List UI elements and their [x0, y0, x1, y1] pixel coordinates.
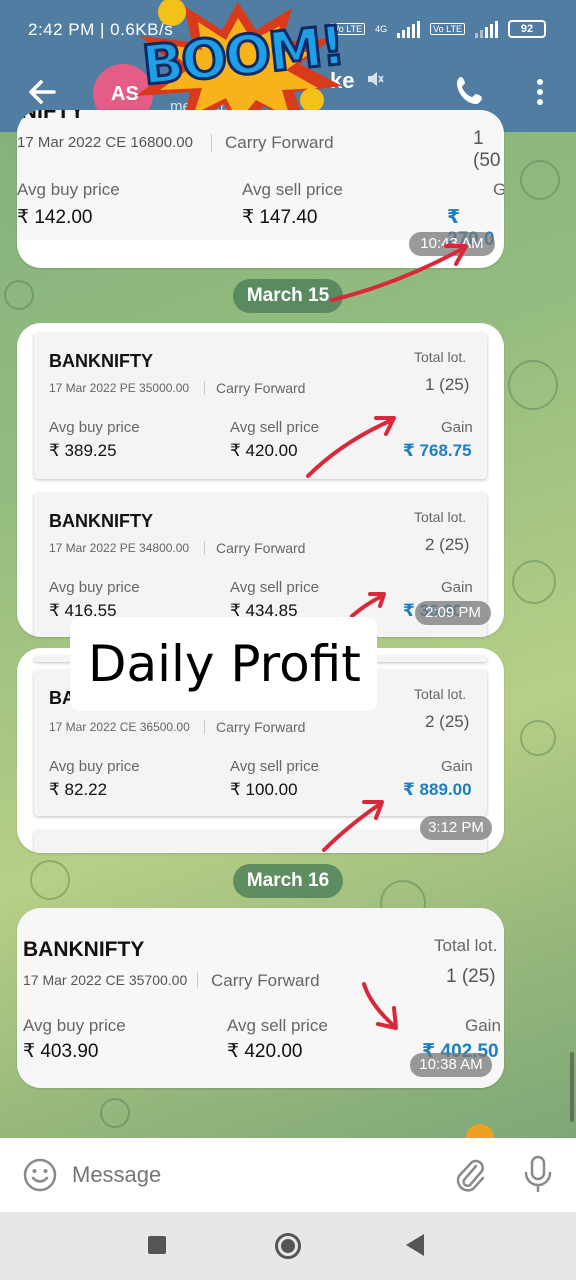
total-lot-value: 1 (25) [446, 966, 496, 987]
total-lot-label: Total lot. [414, 349, 467, 365]
emoji-icon[interactable] [22, 1157, 58, 1193]
arrow-annotation-icon [306, 416, 396, 478]
gain-label: Gain [441, 419, 473, 436]
wallpaper-doodle [520, 160, 560, 200]
wallpaper-doodle [4, 280, 34, 310]
gain-value: ₹ 768.75 [403, 441, 472, 460]
avg-sell-value: ₹ 147.40 [242, 207, 318, 228]
trade-card [34, 830, 487, 853]
order-type: Carry Forward [216, 380, 306, 396]
divider [204, 720, 205, 734]
trade-contract: 17 Mar 2022 PE 35000.00 [49, 381, 190, 395]
trade-card: BANKNIFTY Total lot. 17 Mar 2022 PE 3500… [34, 333, 487, 479]
avg-buy-value: ₹ 142.00 [17, 207, 93, 228]
avg-buy-label: Avg buy price [23, 1016, 126, 1035]
trade-contract: 17 Mar 2022 PE 34800.00 [49, 541, 190, 555]
avg-sell-label: Avg sell price [230, 579, 319, 596]
order-type: Carry Forward [211, 971, 320, 990]
trade-symbol: BANKNIFTY [23, 938, 145, 961]
trade-symbol: NIFTY [21, 110, 85, 123]
battery-icon: 92 [508, 20, 546, 38]
total-lot-label: Total lot. [434, 936, 498, 955]
trade-contract: 17 Mar 2022 CE 35700.00 [23, 972, 188, 988]
trade-symbol: BANKNIFTY [49, 511, 153, 531]
avg-sell-label: Avg sell price [230, 758, 319, 775]
divider [211, 134, 212, 152]
gain-label: Gain [493, 180, 504, 199]
gain-value: ₹ 889.00 [403, 780, 472, 799]
avg-sell-label: Avg sell price [227, 1016, 328, 1035]
wallpaper-doodle [512, 560, 556, 604]
order-type: Carry Forward [225, 133, 334, 152]
message-time: 2:09 PM [415, 601, 491, 625]
avg-buy-label: Avg buy price [49, 419, 140, 436]
back-arrow-icon[interactable] [24, 74, 60, 110]
divider [204, 381, 205, 395]
home-button[interactable] [275, 1233, 301, 1259]
gain-label: Gain [441, 579, 473, 596]
wallpaper-doodle [100, 1098, 130, 1128]
scrollbar[interactable] [570, 1052, 574, 1122]
trade-contract: 17 Mar 2022 CE 16800.00 [17, 134, 193, 151]
divider [197, 972, 198, 988]
order-type: Carry Forward [216, 719, 306, 735]
avg-sell-value: ₹ 420.00 [227, 1041, 303, 1062]
wallpaper-doodle [508, 360, 558, 410]
system-back-button[interactable] [406, 1234, 424, 1256]
message-time: 10:38 AM [410, 1053, 492, 1077]
avg-buy-value: ₹ 389.25 [49, 441, 117, 460]
divider [204, 541, 205, 555]
signal-icon-2 [475, 20, 498, 38]
message-bubble[interactable]: BANKNIFTY Total lot. 17 Mar 2022 CE 3570… [17, 908, 504, 1088]
daily-profit-label: Daily Profit [70, 617, 377, 711]
gain-label: Gain [441, 758, 473, 775]
total-lot-value: 1 (25) [425, 375, 470, 394]
microphone-icon[interactable] [520, 1154, 556, 1194]
avg-buy-label: Avg buy price [17, 180, 120, 199]
trade-contract: 17 Mar 2022 CE 36500.00 [49, 720, 190, 734]
avg-sell-label: Avg sell price [242, 180, 343, 199]
status-icons: Vo LTE 4G Vo LTE 92 [330, 20, 546, 38]
more-vert-icon[interactable] [530, 74, 550, 110]
mute-icon [368, 72, 384, 86]
arrow-annotation-icon [322, 800, 384, 852]
message-composer [0, 1138, 576, 1212]
message-input[interactable] [72, 1160, 432, 1190]
recents-button[interactable] [148, 1236, 166, 1254]
system-navbar [0, 1212, 576, 1280]
trade-card: NIFTY 17 Mar 2022 CE 16800.00 Carry Forw… [17, 110, 504, 250]
avg-buy-label: Avg buy price [49, 579, 140, 596]
total-lot-label: Total lot. [414, 509, 467, 525]
message-bubble[interactable]: BANKNIFTY Total lot. 17 Mar 2022 PE 3500… [17, 323, 504, 637]
arrow-annotation-icon [350, 592, 386, 618]
arrow-annotation-icon [330, 244, 468, 302]
total-lot-label: Total lot. [414, 686, 467, 702]
message-time: 3:12 PM [420, 816, 492, 840]
wallpaper-doodle [520, 720, 556, 756]
arrow-annotation-icon [362, 982, 398, 1030]
avg-sell-value: ₹ 100.00 [230, 780, 298, 799]
network-type: 4G [375, 24, 388, 34]
signal-icon [397, 20, 421, 38]
date-separator: March 16 [233, 864, 343, 898]
phone-icon[interactable] [454, 74, 488, 108]
volte-badge-2: Vo LTE [430, 23, 465, 35]
avg-buy-value: ₹ 403.90 [23, 1041, 99, 1062]
wallpaper-doodle [30, 860, 70, 900]
attach-icon[interactable] [452, 1156, 488, 1194]
gain-label: Gain [465, 1016, 501, 1035]
order-type: Carry Forward [216, 540, 306, 556]
avg-sell-value: ₹ 420.00 [230, 441, 298, 460]
avg-buy-value: ₹ 82.22 [49, 780, 108, 799]
total-lot-value: 2 (25) [425, 712, 470, 731]
trade-symbol: BANKNIFTY [49, 351, 153, 371]
total-lot-value: 2 (25) [425, 535, 470, 554]
avg-buy-label: Avg buy price [49, 758, 140, 775]
total-lot-value: 1 (50 [473, 128, 501, 171]
date-separator: March 15 [233, 279, 343, 313]
